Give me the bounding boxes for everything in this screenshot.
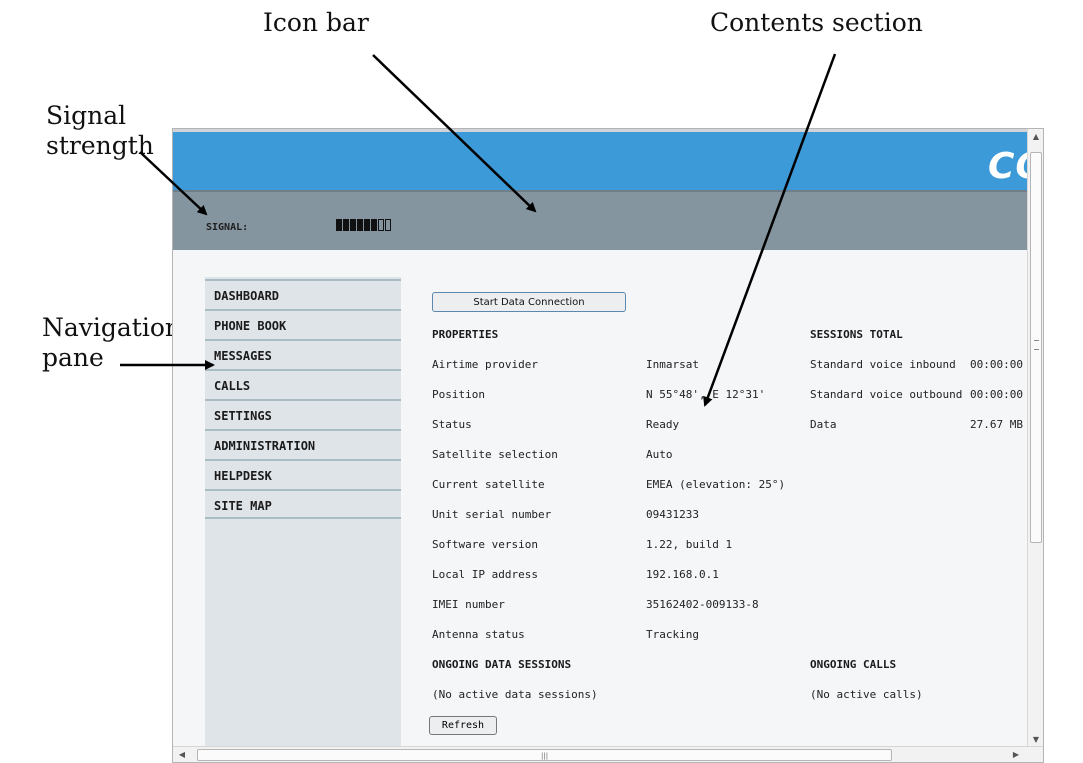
- property-value: Ready: [646, 418, 680, 431]
- sessions-total-heading: SESSIONS TOTAL: [810, 328, 903, 341]
- grip-icon: [1034, 340, 1039, 350]
- grip-icon: |||: [541, 752, 549, 760]
- nav-item-site-map[interactable]: SITE MAP: [205, 489, 401, 519]
- scroll-left-icon[interactable]: ◀: [177, 750, 187, 760]
- property-label: Position: [432, 388, 485, 401]
- ongoing-calls-heading: ONGOING CALLS: [810, 658, 897, 671]
- callout-navigation-pane: Navigation pane: [42, 313, 181, 373]
- nav-item-dashboard[interactable]: DASHBOARD: [205, 279, 401, 309]
- nav-list: DASHBOARD PHONE BOOK MESSAGES CALLS SETTINGS…: [205, 279, 401, 519]
- browser-window: CO SIGNAL: DASHBOARD PHONE BOOK MESSAGES CA…: [172, 128, 1044, 763]
- property-label: Current satellite: [432, 478, 545, 491]
- signal-bar: [336, 219, 342, 231]
- start-data-connection-button[interactable]: Start Data Connection: [432, 292, 626, 312]
- signal-bar: [371, 219, 377, 231]
- property-label: Status: [432, 418, 472, 431]
- signal-bar: [350, 219, 356, 231]
- property-value: EMEA (elevation: 25°): [646, 478, 786, 491]
- nav-item-calls[interactable]: CALLS: [205, 369, 401, 399]
- property-value: N 55°48', E 12°31': [646, 388, 766, 401]
- callout-nav-line1: Navigation: [42, 313, 182, 342]
- signal-strength-meter: [336, 219, 391, 231]
- ongoing-calls-text: (No active calls): [810, 688, 923, 701]
- scroll-up-icon[interactable]: ▲: [1031, 132, 1041, 142]
- session-label: Data: [810, 418, 837, 431]
- horizontal-scroll-thumb[interactable]: |||: [197, 749, 892, 761]
- signal-bar: [385, 219, 391, 231]
- session-label: Standard voice outbound: [810, 388, 963, 401]
- horizontal-scrollbar[interactable]: ◀ ||| ▶: [173, 746, 1043, 762]
- properties-heading: PROPERTIES: [432, 328, 499, 341]
- nav-item-messages[interactable]: MESSAGES: [205, 339, 401, 369]
- property-value: 1.22, build 1: [646, 538, 733, 551]
- property-value: Inmarsat: [646, 358, 699, 371]
- property-label: Unit serial number: [432, 508, 552, 521]
- ongoing-data-sessions-text: (No active data sessions): [432, 688, 598, 701]
- property-value: Tracking: [646, 628, 699, 641]
- property-label: Airtime provider: [432, 358, 538, 371]
- nav-item-helpdesk[interactable]: HELPDESK: [205, 459, 401, 489]
- nav-item-settings[interactable]: SETTINGS: [205, 399, 401, 429]
- signal-bar: [378, 219, 384, 231]
- nav-item-administration[interactable]: ADMINISTRATION: [205, 429, 401, 459]
- signal-bar: [343, 219, 349, 231]
- signal-bar: [364, 219, 370, 231]
- vertical-scrollbar[interactable]: ▲ ▼: [1027, 129, 1043, 748]
- callout-nav-line2: pane: [42, 343, 104, 372]
- property-value: 35162402-009133-8: [646, 598, 759, 611]
- callout-signal-line1: Signal: [46, 101, 127, 130]
- session-value: 00:00:00: [970, 388, 1023, 401]
- callout-signal-line2: strength: [46, 131, 154, 160]
- scroll-right-icon[interactable]: ▶: [1011, 750, 1021, 760]
- ongoing-data-sessions-heading: ONGOING DATA SESSIONS: [432, 658, 572, 671]
- signal-bar: [357, 219, 363, 231]
- property-label: Local IP address: [432, 568, 538, 581]
- callout-signal-strength: Signal strength: [46, 101, 154, 161]
- refresh-button[interactable]: Refresh: [429, 716, 497, 735]
- property-label: Software version: [432, 538, 538, 551]
- vertical-scroll-thumb[interactable]: [1030, 152, 1042, 543]
- callout-icon-bar: Icon bar: [263, 8, 369, 37]
- property-value: Auto: [646, 448, 673, 461]
- property-label: Antenna status: [432, 628, 525, 641]
- nav-item-phone-book[interactable]: PHONE BOOK: [205, 309, 401, 339]
- navigation-pane: DASHBOARD PHONE BOOK MESSAGES CALLS SETTINGS…: [205, 277, 401, 762]
- header-band: CO: [173, 129, 1043, 190]
- scroll-down-icon[interactable]: ▼: [1031, 735, 1041, 745]
- property-label: IMEI number: [432, 598, 505, 611]
- session-value: 00:00:00: [970, 358, 1023, 371]
- property-value: 09431233: [646, 508, 699, 521]
- session-value: 27.67 MB: [970, 418, 1023, 431]
- callout-contents-section: Contents section: [710, 8, 923, 37]
- icon-bar: SIGNAL:: [173, 190, 1043, 250]
- property-label: Satellite selection: [432, 448, 558, 461]
- property-value: 192.168.0.1: [646, 568, 719, 581]
- signal-label: SIGNAL:: [206, 222, 249, 233]
- session-label: Standard voice inbound: [810, 358, 956, 371]
